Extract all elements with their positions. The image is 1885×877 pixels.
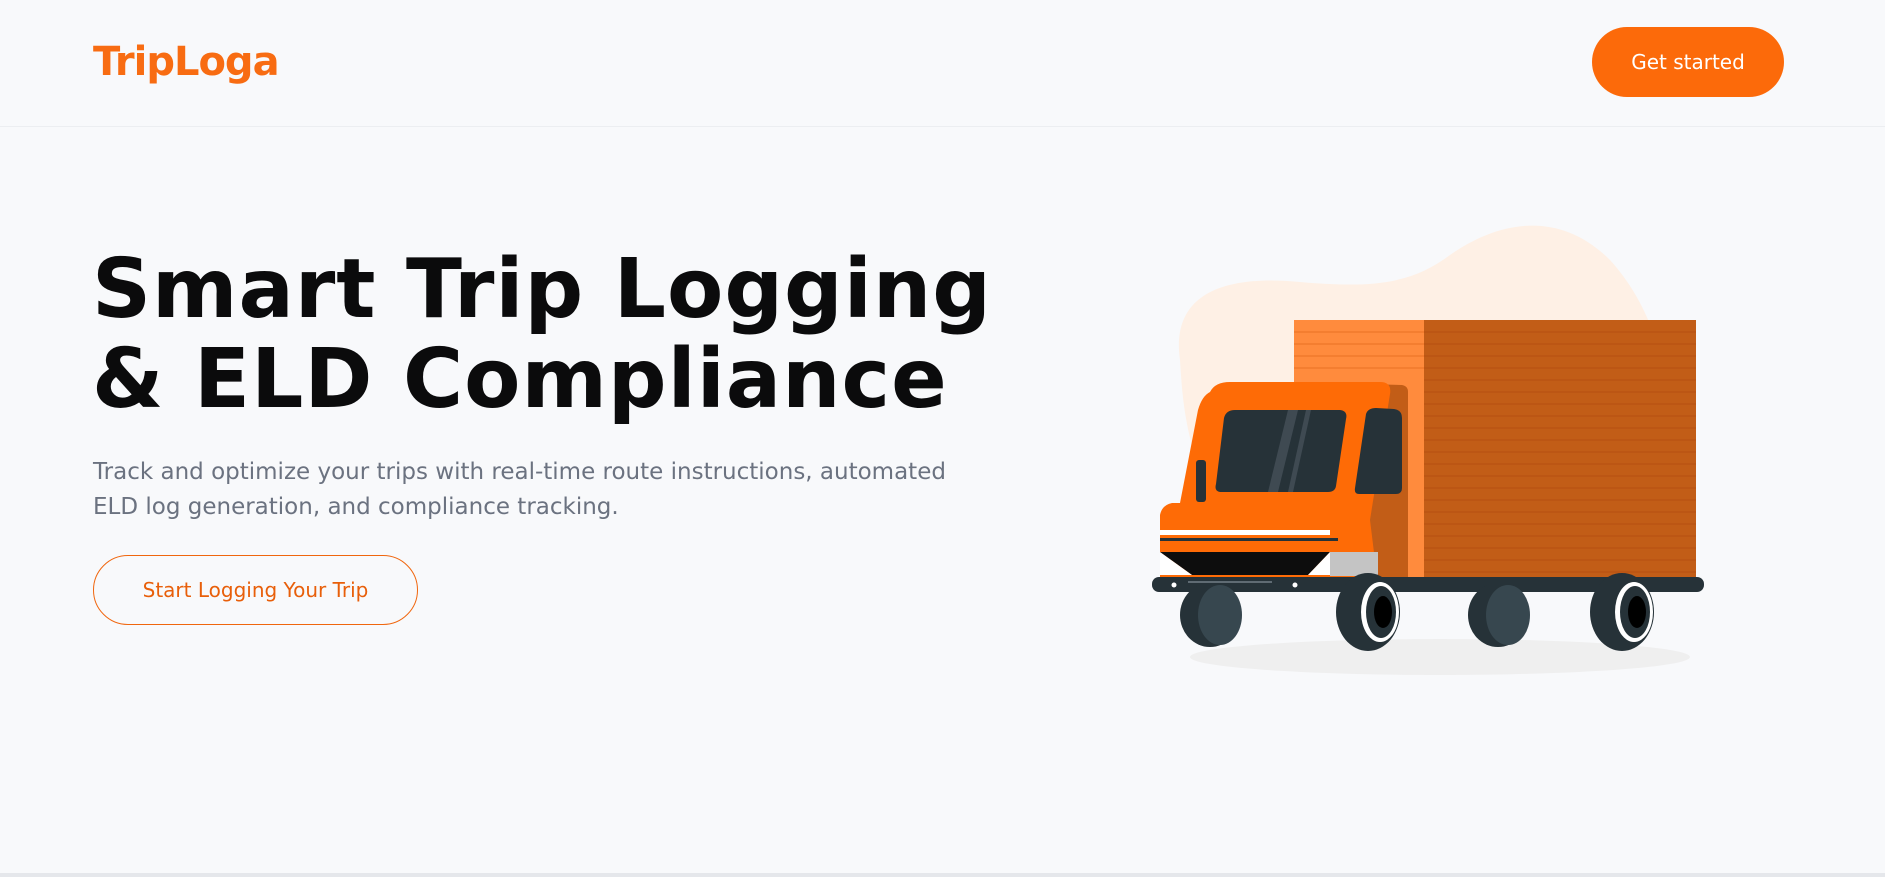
get-started-button[interactable]: Get started (1592, 27, 1784, 97)
landing-page: TripLoga Get started Smart Trip Logging … (0, 0, 1885, 877)
hero-subtitle: Track and optimize your trips with real-… (93, 455, 953, 525)
page-divider (0, 873, 1885, 877)
hero-title-line-1: Smart Trip Logging (92, 242, 992, 337)
grille-line (1160, 538, 1338, 541)
brand-logo[interactable]: TripLoga (93, 34, 280, 90)
hero-title: Smart Trip Logging & ELD Compliance (92, 245, 992, 425)
wheel-rear-left (1468, 583, 1530, 647)
hero-subtitle-line-2: ELD log generation, and compliance track… (93, 494, 619, 520)
headlight-bar (1160, 530, 1330, 535)
site-header: TripLoga Get started (0, 0, 1885, 127)
hero-title-line-2: & ELD Compliance (92, 332, 948, 427)
delivery-truck-illustration (1152, 225, 1704, 675)
step (1330, 552, 1378, 576)
hero-subtitle-line-1: Track and optimize your trips with real-… (93, 459, 946, 485)
wheel-front-left (1180, 583, 1242, 647)
wheel-rear-right (1590, 573, 1654, 651)
side-mirror (1196, 460, 1206, 502)
wheel-front-right (1336, 573, 1400, 651)
start-logging-button[interactable]: Start Logging Your Trip (93, 555, 418, 625)
